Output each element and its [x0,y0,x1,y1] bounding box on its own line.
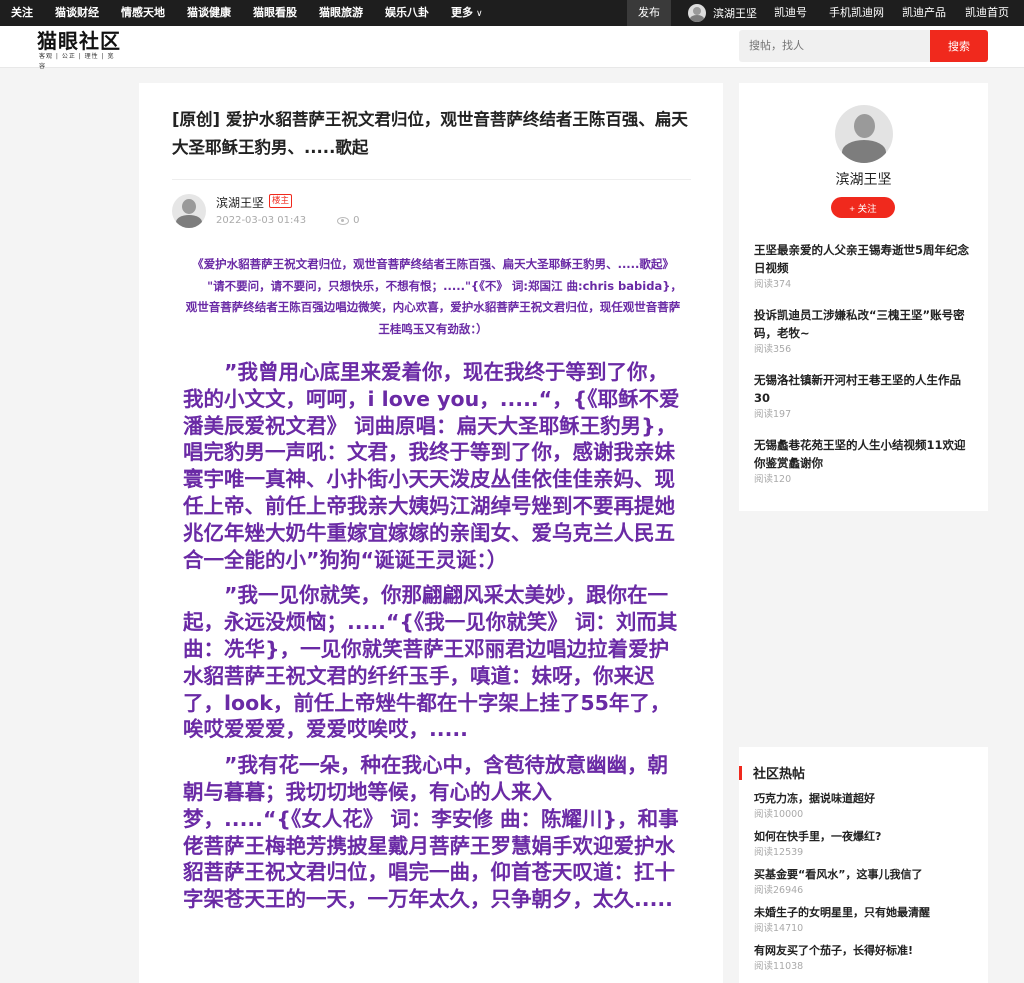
hot-post-reads: 阅读26946 [754,885,804,896]
intro-line-1: 《爱护水貂菩萨王祝文君归位，观世音菩萨终结者王陈百强、扁天大圣耶稣王豹男、...… [192,257,674,271]
nav-item-health[interactable]: 猫谈健康 [176,0,242,26]
nav-item-emotion[interactable]: 情感天地 [110,0,176,26]
hot-post-reads: 阅读14710 [754,923,804,934]
nav-link-kaidi-hao[interactable]: 凯迪号 [774,0,807,26]
author-profile-card: 滨湖王坚 + 关注 王坚最亲爱的人父亲王锡寿逝世5周年纪念日视频 阅读374 投… [739,83,988,511]
nav-item-stocks[interactable]: 猫眼看股 [242,0,308,26]
profile-name[interactable]: 滨湖王坚 [739,169,988,189]
hot-post-title[interactable]: 买基金要“看风水”，这事儿我信了 [754,867,976,883]
hot-posts-list: 巧克力冻，据说味道超好 阅读10000 如何在快手里，一夜爆红? 阅读12539… [754,791,976,981]
article-meta: 2022-03-03 01:43 0 [216,215,360,226]
hot-post-reads: 阅读12539 [754,847,804,858]
article-paragraph-3: ”我有花一朵，种在我心中，含苞待放意幽幽，朝朝与暮暮；我切切地等候，有心的人来入… [183,753,679,912]
eye-icon [337,216,350,225]
list-item[interactable]: 投诉凯迪员工涉嫌私改“三槐王坚”账号密码，老牧~ 阅读356 [754,306,976,357]
post-reads: 阅读356 [754,344,792,355]
article-intro: 《爱护水貂菩萨王祝文君归位，观世音菩萨终结者王陈百强、扁天大圣耶稣王豹男、...… [183,254,683,340]
user-name: 滨湖王坚 [713,7,757,20]
site-logo[interactable]: 猫眼社区 客观 | 公正 | 理性 | 宽容 [37,29,121,70]
list-item[interactable]: 巧克力冻，据说味道超好 阅读10000 [754,791,976,821]
hot-post-title[interactable]: 有网友买了个茄子，长得好标准! [754,943,976,959]
author-posts-list: 王坚最亲爱的人父亲王锡寿逝世5周年纪念日视频 阅读374 投诉凯迪员工涉嫌私改“… [754,241,976,501]
nav-link-mobile-kaidi[interactable]: 手机凯迪网 [829,0,884,26]
title-divider [172,179,691,180]
nav-link-kaidi-home[interactable]: 凯迪首页 [965,0,1009,26]
author-name[interactable]: 滨湖王坚 [216,194,264,211]
post-title[interactable]: 无锡蠡巷花苑王坚的人生小结视频11欢迎你鉴赏蠡谢你 [754,436,976,472]
list-item[interactable]: 如何在快手里，一夜爆红? 阅读12539 [754,829,976,859]
publish-button[interactable]: 发布 [627,0,671,26]
author-avatar-icon[interactable] [172,194,206,228]
hot-post-reads: 阅读10000 [754,809,804,820]
nav-item-more[interactable]: 更多 [440,0,494,27]
view-count: 0 [353,215,360,226]
top-nav-channels: 关注 猫谈财经 情感天地 猫谈健康 猫眼看股 猫眼旅游 娱乐八卦 更多 [0,0,494,26]
hot-posts-header: 社区热帖 [739,765,806,782]
article-title: [原创] 爱护水貂菩萨王祝文君归位，观世音菩萨终结者王陈百强、扁天大圣耶稣王豹男… [172,110,688,157]
article-paragraph-1: ”我曾用心底里来爱着你，现在我终于等到了你，我的小文文，呵呵，i love yo… [183,360,680,572]
list-item[interactable]: 无锡蠡巷花苑王坚的人生小结视频11欢迎你鉴赏蠡谢你 阅读120 [754,436,976,487]
logo-text: 猫眼社区 [37,29,121,53]
article-body: ”我曾用心底里来爱着你，现在我终于等到了你，我的小文文，呵呵，i love yo… [183,359,683,922]
nav-link-kaidi-products[interactable]: 凯迪产品 [902,0,946,26]
post-reads: 阅读374 [754,279,792,290]
post-date: 2022-03-03 01:43 [216,215,307,226]
hot-post-title[interactable]: 如何在快手里，一夜爆红? [754,829,976,845]
post-title[interactable]: 王坚最亲爱的人父亲王锡寿逝世5周年纪念日视频 [754,241,976,277]
user-menu[interactable]: 滨湖王坚 [688,4,757,22]
list-item[interactable]: 买基金要“看风水”，这事儿我信了 阅读26946 [754,867,976,897]
post-title[interactable]: 无锡洛社镇新开河村王巷王坚的人生作品30 [754,371,976,407]
intro-line-2: "请不要问，请不要问，只想快乐，不想有恨；....."{《不》 词:郑国江 曲:… [185,278,682,336]
user-avatar-icon [688,4,706,22]
post-reads: 阅读197 [754,409,792,420]
hot-post-reads: 阅读11038 [754,961,804,972]
nav-item-finance[interactable]: 猫谈财经 [44,0,110,26]
search-button[interactable]: 搜索 [930,30,988,62]
list-item[interactable]: 王坚最亲爱的人父亲王锡寿逝世5周年纪念日视频 阅读374 [754,241,976,292]
list-item[interactable]: 未婚生子的女明星里，只有她最清醒 阅读14710 [754,905,976,935]
search-input[interactable] [739,30,931,62]
logo-tagline: 客观 | 公正 | 理性 | 宽容 [39,53,115,70]
hot-posts-card: 社区热帖 巧克力冻，据说味道超好 阅读10000 如何在快手里，一夜爆红? 阅读… [739,747,988,983]
article-card: [原创] 爱护水貂菩萨王祝文君归位，观世音菩萨终结者王陈百强、扁天大圣耶稣王豹男… [139,83,723,983]
hot-posts-title: 社区热帖 [753,767,806,782]
nav-item-follow[interactable]: 关注 [0,0,44,26]
hot-post-title[interactable]: 巧克力冻，据说味道超好 [754,791,976,807]
author-badge: 楼主 [269,194,293,208]
profile-avatar-icon[interactable] [835,105,893,163]
top-nav-bar: 关注 猫谈财经 情感天地 猫谈健康 猫眼看股 猫眼旅游 娱乐八卦 更多 发布 滨… [0,0,1024,26]
follow-button[interactable]: + 关注 [831,197,895,218]
post-title[interactable]: 投诉凯迪员工涉嫌私改“三槐王坚”账号密码，老牧~ [754,306,976,342]
accent-bar [739,765,742,780]
article-paragraph-2: ”我一见你就笑，你那翩翩风采太美妙，跟你在一起，永远没烦恼；.....“{《我一… [183,583,678,742]
post-reads: 阅读120 [754,474,792,485]
nav-item-travel[interactable]: 猫眼旅游 [308,0,374,26]
nav-item-gossip[interactable]: 娱乐八卦 [374,0,440,26]
site-header: 猫眼社区 客观 | 公正 | 理性 | 宽容 搜索 [0,26,1024,70]
list-item[interactable]: 有网友买了个茄子，长得好标准! 阅读11038 [754,943,976,973]
list-item[interactable]: 无锡洛社镇新开河村王巷王坚的人生作品30 阅读197 [754,371,976,422]
hot-post-title[interactable]: 未婚生子的女明星里，只有她最清醒 [754,905,976,921]
